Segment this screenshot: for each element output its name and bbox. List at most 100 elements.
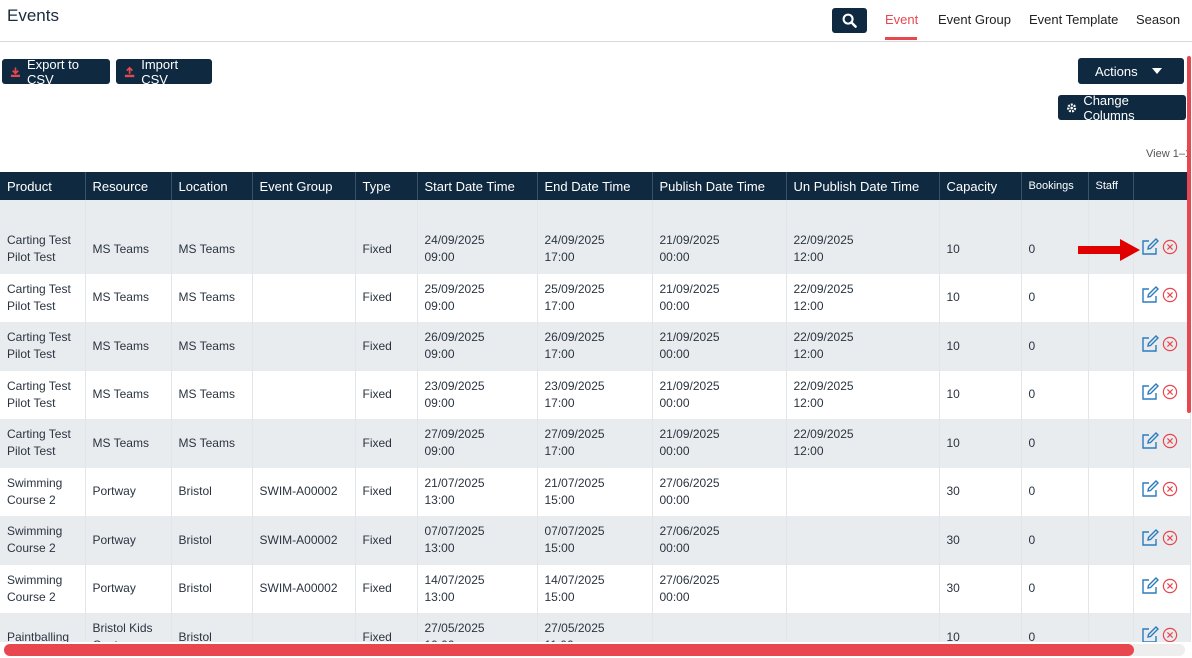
cell-location: MS Teams [171, 273, 253, 322]
cell-capacity: 30 [939, 467, 1022, 516]
cell-unpublish-datetime-date: 22/09/2025 [793, 330, 854, 345]
cell-end-datetime: 24/09/2025 17:00 [537, 225, 653, 274]
tab-season[interactable]: Season [1136, 12, 1180, 27]
cell-start-datetime: 23/09/2025 09:00 [417, 370, 538, 419]
delete-icon[interactable] [1162, 287, 1178, 308]
column-header[interactable]: Un Publish Date Time [786, 172, 940, 200]
cell-staff [1088, 613, 1134, 642]
cell-type-text: Fixed [362, 338, 392, 353]
cell-publish-datetime-time: 00:00 [659, 298, 690, 313]
delete-icon[interactable] [1162, 481, 1178, 502]
actions-dropdown[interactable]: Actions [1078, 58, 1184, 84]
table-row: Carting Test Pilot Test MS Teams MS Teams F… [0, 225, 1191, 274]
edit-icon[interactable] [1141, 237, 1160, 261]
vertical-scrollbar[interactable] [1187, 56, 1191, 413]
cell-end-datetime-date: 24/09/2025 [544, 233, 605, 248]
delete-icon[interactable] [1162, 336, 1178, 357]
cell-unpublish-datetime-time: 12:00 [793, 250, 824, 265]
search-button[interactable] [832, 8, 867, 33]
cell-type-text: Fixed [362, 629, 392, 642]
column-header[interactable]: Capacity [939, 172, 1022, 200]
cell-start-datetime-date: 25/09/2025 [424, 281, 485, 296]
page-title: Events [7, 6, 59, 25]
cell-product-text: Swimming Course 2 [7, 524, 63, 556]
cell-bookings: 0 [1021, 564, 1089, 613]
cell-start-datetime-date: 27/09/2025 [424, 427, 485, 442]
tab-event-group[interactable]: Event Group [938, 12, 1011, 27]
column-header[interactable]: Resource [85, 172, 172, 200]
cell-publish-datetime-date: 21/09/2025 [659, 330, 720, 345]
cell-resource: MS Teams [85, 370, 172, 419]
cell-unpublish-datetime [786, 467, 940, 516]
cell-end-datetime: 27/05/202511:00 [537, 613, 653, 642]
cell-type: Fixed [355, 564, 418, 613]
cell-actions [1133, 370, 1191, 419]
column-header[interactable]: Staff [1088, 172, 1134, 200]
cell-type-text: Fixed [362, 290, 392, 305]
delete-icon[interactable] [1162, 433, 1178, 454]
top-bar: Events Event Event Group Event Template … [0, 0, 1192, 42]
delete-icon[interactable] [1162, 384, 1178, 405]
actions-label: Actions [1095, 63, 1138, 79]
cell-capacity: 10 [939, 225, 1022, 274]
column-header[interactable]: Location [171, 172, 253, 200]
cell-bookings: 0 [1021, 370, 1089, 419]
cell-capacity: 10 [939, 322, 1022, 371]
import-csv-button[interactable]: Import CSV [116, 56, 212, 87]
edit-icon[interactable] [1141, 383, 1160, 406]
cell-end-datetime-date: 07/07/2025 [544, 524, 605, 539]
cell-unpublish-datetime-time: 12:00 [793, 298, 824, 313]
change-columns-label: Change Columns [1083, 92, 1135, 123]
column-header[interactable]: End Date Time [537, 172, 653, 200]
cell-type: Fixed [355, 419, 418, 468]
cell-publish-datetime-time: 00:00 [659, 395, 690, 410]
edit-icon[interactable] [1141, 625, 1160, 642]
cell-staff [1088, 516, 1134, 565]
edit-icon[interactable] [1141, 334, 1160, 358]
edit-icon[interactable] [1141, 480, 1160, 503]
cell-publish-datetime-date: 27/06/2025 [659, 475, 720, 490]
column-header[interactable]: Type [355, 172, 418, 200]
edit-icon[interactable] [1141, 286, 1160, 309]
table-row: Swimming Course 2 Portway Bristol SWIM-A000… [0, 516, 1191, 565]
cell-start-datetime-time: 10:00 [425, 637, 530, 642]
cell-bookings-text: 0 [1028, 484, 1036, 499]
import-csv-label: Import CSV [141, 56, 179, 87]
column-header[interactable]: Publish Date Time [652, 172, 787, 200]
export-csv-button[interactable]: Export to CSV [2, 57, 110, 87]
column-header[interactable]: Product [0, 172, 86, 200]
column-header[interactable]: Start Date Time [417, 172, 538, 200]
cell-product: Carting Test Pilot Test [0, 322, 86, 371]
cell-capacity-text: 30 [946, 484, 960, 499]
cell-actions [1133, 273, 1191, 322]
table-row: Swimming Course 2 Portway Bristol SWIM-A000… [0, 467, 1191, 516]
column-header[interactable]: Bookings [1021, 172, 1089, 200]
edit-icon[interactable] [1141, 431, 1160, 455]
change-columns-button[interactable]: Change Columns [1058, 92, 1186, 123]
cell-location-text: Bristol [178, 484, 212, 499]
column-header[interactable]: Event Group [252, 172, 356, 200]
horizontal-scrollbar-thumb[interactable] [4, 644, 1134, 656]
tab-event[interactable]: Event [885, 12, 918, 27]
delete-icon[interactable] [1162, 239, 1178, 260]
delete-icon[interactable] [1162, 578, 1178, 599]
cell-capacity: 10 [939, 419, 1022, 468]
delete-icon[interactable] [1162, 627, 1178, 642]
cell-location-text: MS Teams [178, 338, 235, 353]
cell-publish-datetime [652, 613, 787, 642]
cell-resource: Portway [85, 467, 172, 516]
edit-icon[interactable] [1141, 577, 1160, 600]
events-table: Product Resource Location Event Group Ty… [0, 172, 1192, 642]
delete-icon[interactable] [1162, 530, 1178, 551]
cell-event-group [252, 322, 356, 371]
cell-product: Carting Test Pilot Test [0, 419, 86, 468]
tab-event-template[interactable]: Event Template [1029, 12, 1118, 27]
cell-actions [1133, 613, 1191, 642]
cell-location-text: MS Teams [178, 435, 235, 450]
cell-event-group-text: SWIM-A00002 [259, 532, 338, 547]
cell-end-datetime-time: 17:00 [544, 395, 575, 410]
cell-product-text: Carting Test Pilot Test [7, 281, 71, 313]
cell-unpublish-datetime [786, 564, 940, 613]
edit-icon[interactable] [1141, 528, 1160, 552]
cell-start-datetime-time: 09:00 [424, 250, 455, 265]
